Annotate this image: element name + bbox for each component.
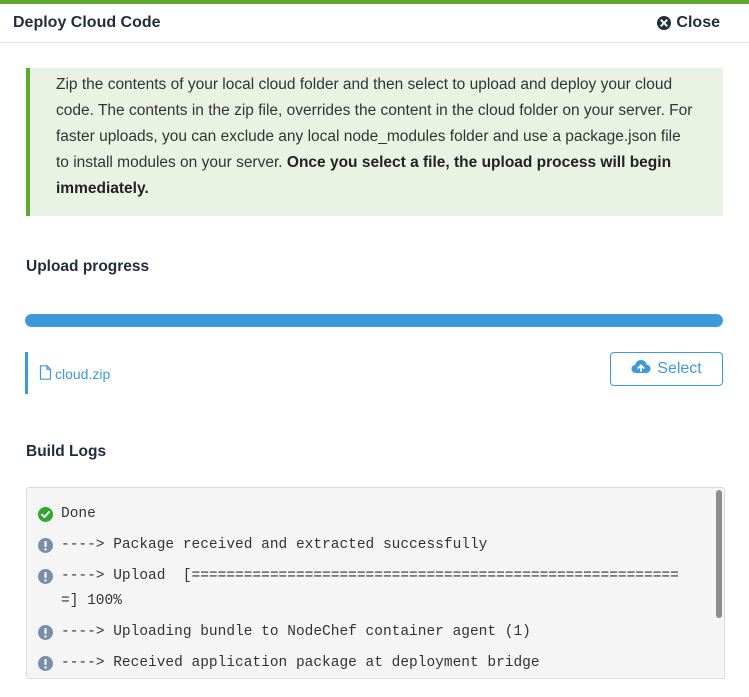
exclamation-circle-icon bbox=[38, 624, 53, 640]
info-callout: Zip the contents of your local cloud fol… bbox=[26, 68, 723, 216]
exclamation-circle-icon bbox=[38, 538, 53, 553]
upload-progress-title: Upload progress bbox=[26, 258, 150, 275]
close-label: Close bbox=[676, 14, 720, 31]
log-entry: ----> Received application package at de… bbox=[38, 651, 694, 676]
log-text: ----> Uploading bundle to NodeChef conta… bbox=[61, 623, 531, 640]
close-circle-icon bbox=[657, 16, 672, 30]
select-file-button[interactable]: Select bbox=[610, 352, 723, 386]
log-text: ----> Received application package at de… bbox=[61, 654, 540, 671]
file-link[interactable]: cloud.zip bbox=[39, 365, 110, 383]
cloud-upload-icon bbox=[631, 359, 651, 379]
file-name: cloud.zip bbox=[55, 366, 111, 382]
log-entry: ----> Package received and extracted suc… bbox=[38, 533, 694, 558]
select-label: Select bbox=[657, 360, 702, 377]
log-entry: Done bbox=[38, 502, 694, 527]
exclamation-circle-icon bbox=[38, 655, 53, 671]
file-icon bbox=[39, 365, 52, 383]
close-button[interactable]: Close bbox=[657, 14, 720, 32]
log-entry: ----> Upload [==========================… bbox=[38, 564, 694, 613]
file-row: cloud.zip Select bbox=[25, 352, 723, 394]
check-circle-icon bbox=[38, 507, 53, 522]
logs-scrollbar[interactable] bbox=[716, 490, 722, 618]
build-logs-title: Build Logs bbox=[26, 443, 107, 460]
log-text: ----> Upload [==========================… bbox=[61, 568, 679, 609]
dialog-title: Deploy Cloud Code bbox=[13, 14, 161, 31]
log-text: Done bbox=[61, 506, 96, 522]
exclamation-circle-icon bbox=[38, 569, 53, 584]
log-text: ----> Package received and extracted suc… bbox=[61, 537, 488, 553]
build-logs-list: Done ----> Package received and extracted… bbox=[27, 488, 724, 675]
build-logs-panel[interactable]: Done ----> Package received and extracted… bbox=[26, 487, 725, 679]
dialog-header: Deploy Cloud Code Close bbox=[0, 4, 749, 43]
log-entry: ----> Uploading bundle to NodeChef conta… bbox=[38, 620, 694, 645]
upload-progress-fill bbox=[25, 314, 723, 327]
upload-progress-bar bbox=[25, 314, 723, 327]
file-row-accent bbox=[25, 352, 28, 394]
